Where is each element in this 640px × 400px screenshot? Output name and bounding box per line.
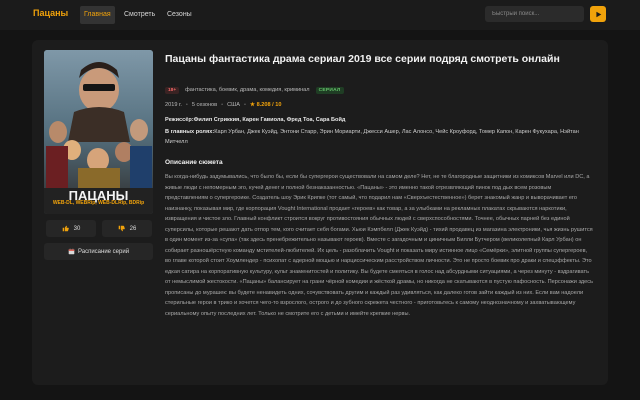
site-header: Пацаны Главная Смотреть Сезоны [0,0,640,30]
schedule-label: Расписание серий [77,248,130,255]
poster-art: ПАЦАНЫ [44,50,153,214]
star-icon: ★ [249,102,257,108]
dislike-count: 26 [129,225,137,232]
separator-dot: • [244,102,246,108]
nav-watch[interactable]: Смотреть [120,6,159,24]
show-card: ПАЦАНЫ WEB-DL, WEBRip, WEB-DLRip, BDRip … [32,40,608,385]
description-heading: Описание сюжета [165,159,223,166]
like-button[interactable]: 30 [46,220,96,237]
site-logo[interactable]: Пацаны [33,8,68,18]
year: 2019 г. [165,102,182,108]
thumbs-up-icon [62,225,69,232]
play-arrow-icon [595,11,601,17]
nav-home[interactable]: Главная [80,6,115,24]
page-title: Пацаны фантастика драма сериал 2019 все … [165,53,560,65]
genres: фантастика, боевик, драма, комедия, крим… [185,87,310,93]
directors-line: Режиссёр:Филип Сгриккия, Карен Гавиола, … [165,116,590,126]
dislike-button[interactable]: 26 [102,220,152,237]
country: США [227,102,241,108]
cast-label: В главных ролях: [165,129,215,135]
separator-dot: • [221,102,224,108]
directors-label: Режиссёр: [165,117,194,123]
age-badge: 18+ [165,86,180,94]
poster-image[interactable]: ПАЦАНЫ WEB-DL, WEBRip, WEB-DLRip, BDRip [44,50,153,214]
info-row: 2019 г. • 5 сезонов • США • ★ 8.208 / 10 [165,100,281,110]
poster-quality: WEB-DL, WEBRip, WEB-DLRip, BDRip [52,200,145,206]
thumbs-down-icon [118,225,125,232]
cast-line: В главных ролях:Карл Урбан, Джек Куэйд, … [165,128,590,147]
search-button[interactable] [590,6,606,22]
genre-row: 18+ фантастика, боевик, драма, комедия, … [165,85,344,95]
cast-value: Карл Урбан, Джек Куэйд, Энтони Старр, Эр… [165,129,579,145]
directors-value: Филип Сгриккия, Карен Гавиола, Фред Тоа,… [193,117,346,123]
calendar-icon [68,248,75,255]
description-text: Вы когда-нибудь задумывались, что было б… [165,174,593,317]
schedule-button[interactable]: Расписание серий [44,243,153,260]
separator-dot: • [185,102,188,108]
rating-value: 8.208 / 10 [256,102,282,108]
nav-seasons[interactable]: Сезоны [163,6,196,24]
seasons-count: 5 сезонов [191,102,218,108]
like-count: 30 [73,225,81,232]
status-badge: СЕРИАЛ [315,86,344,94]
search-input[interactable] [485,6,584,22]
